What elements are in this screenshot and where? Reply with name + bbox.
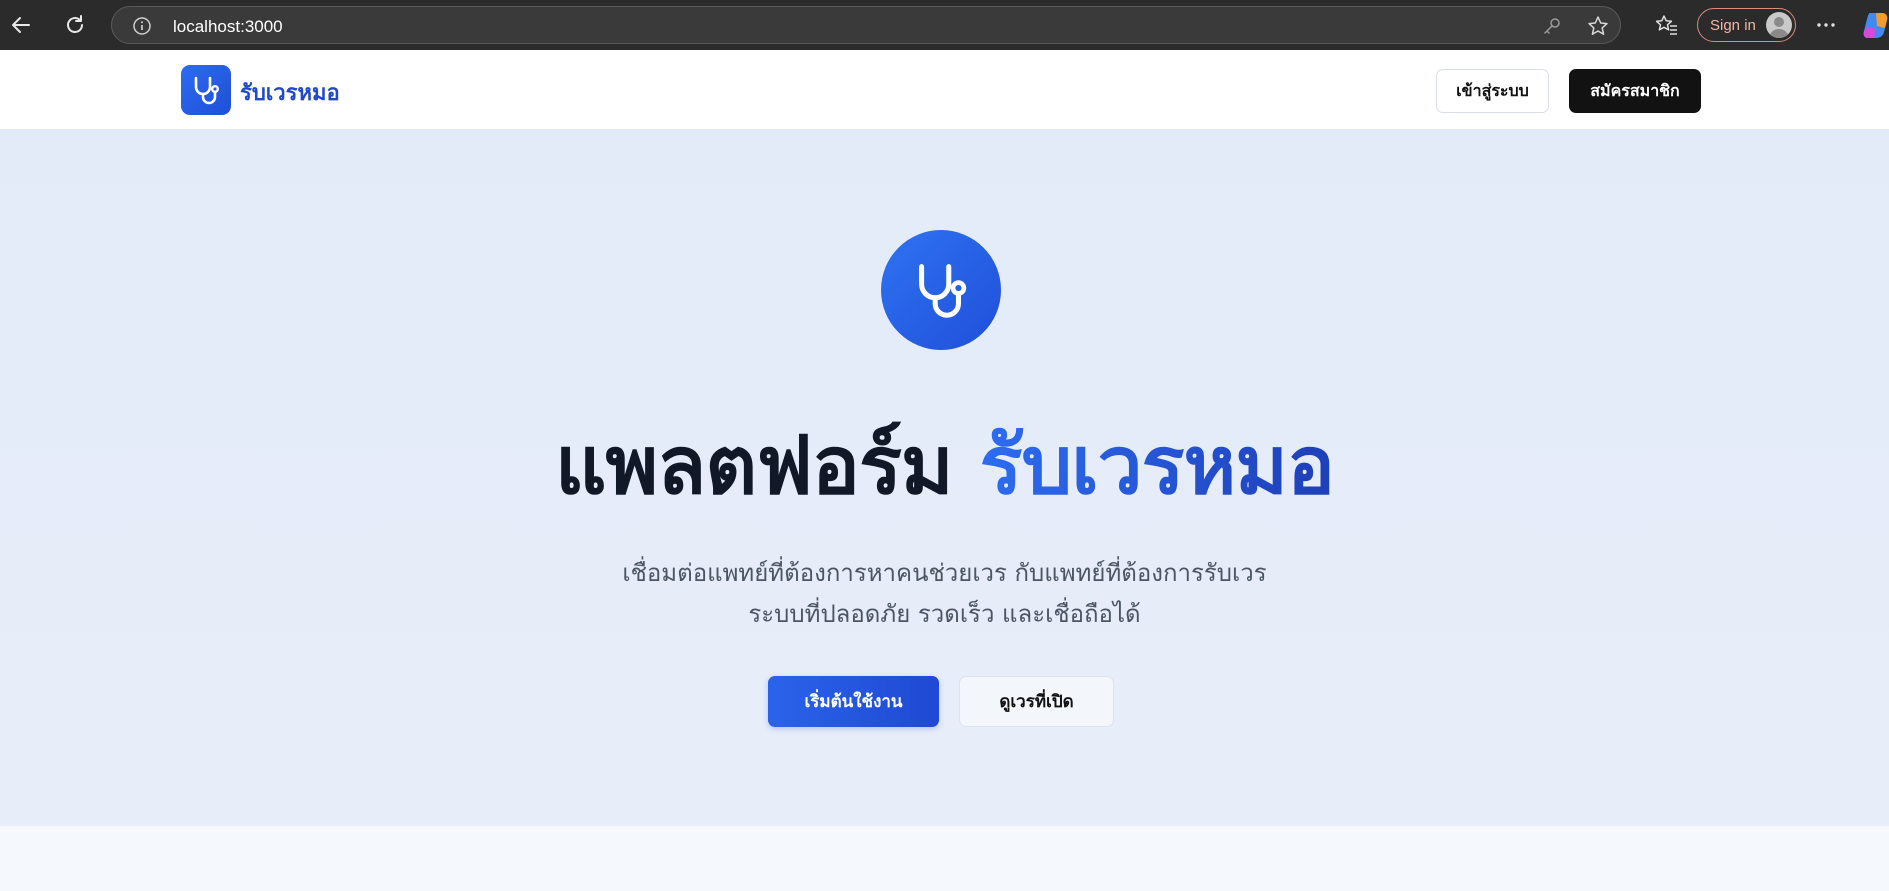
logo-stethoscope-icon[interactable]	[181, 65, 231, 115]
register-button[interactable]: สมัครสมาชิก	[1569, 69, 1701, 113]
hero-title: แพลตฟอร์ม รับเวรหมอ	[0, 402, 1889, 529]
login-button[interactable]: เข้าสู่ระบบ	[1436, 69, 1549, 113]
view-open-shifts-button[interactable]: ดูเวรที่เปิด	[959, 676, 1114, 727]
hero-title-main: แพลตฟอร์ม	[554, 419, 954, 512]
hero-section: แพลตฟอร์ม รับเวรหมอ เชื่อมต่อแพทย์ที่ต้อ…	[0, 130, 1889, 826]
stethoscope-icon	[881, 230, 1001, 350]
favorites-icon[interactable]	[1650, 8, 1684, 42]
next-section	[0, 826, 1889, 891]
get-started-button[interactable]: เริ่มต้นใช้งาน	[768, 676, 939, 727]
more-icon[interactable]	[1809, 8, 1843, 42]
brand-name[interactable]: รับเวรหมอ	[240, 75, 340, 110]
copilot-icon[interactable]	[1862, 11, 1889, 39]
hero-title-accent: รับเวรหมอ	[979, 419, 1335, 512]
hero-subtitle: เชื่อมต่อแพทย์ที่ต้องการหาคนช่วยเวร กับแ…	[0, 553, 1889, 635]
site-header: รับเวรหมอ เข้าสู่ระบบ สมัครสมาชิก	[0, 50, 1889, 130]
reload-icon[interactable]	[58, 8, 92, 42]
hero-subtitle-line-2: ระบบที่ปลอดภัย รวดเร็ว และเชื่อถือได้	[748, 600, 1141, 628]
address-bar[interactable]: localhost:3000	[111, 6, 1621, 44]
star-icon[interactable]	[1587, 15, 1609, 41]
back-arrow-icon[interactable]	[4, 8, 38, 42]
sign-in-button[interactable]: Sign in	[1697, 8, 1796, 42]
site-info-icon[interactable]	[132, 16, 152, 40]
hero-subtitle-line-1: เชื่อมต่อแพทย์ที่ต้องการหาคนช่วยเวร กับแ…	[622, 559, 1267, 587]
url-text: localhost:3000	[173, 17, 283, 36]
browser-toolbar: localhost:3000 Sign in	[0, 0, 1889, 50]
sign-in-label: Sign in	[1710, 16, 1756, 34]
avatar-icon	[1766, 12, 1792, 38]
key-icon[interactable]	[1542, 16, 1562, 40]
